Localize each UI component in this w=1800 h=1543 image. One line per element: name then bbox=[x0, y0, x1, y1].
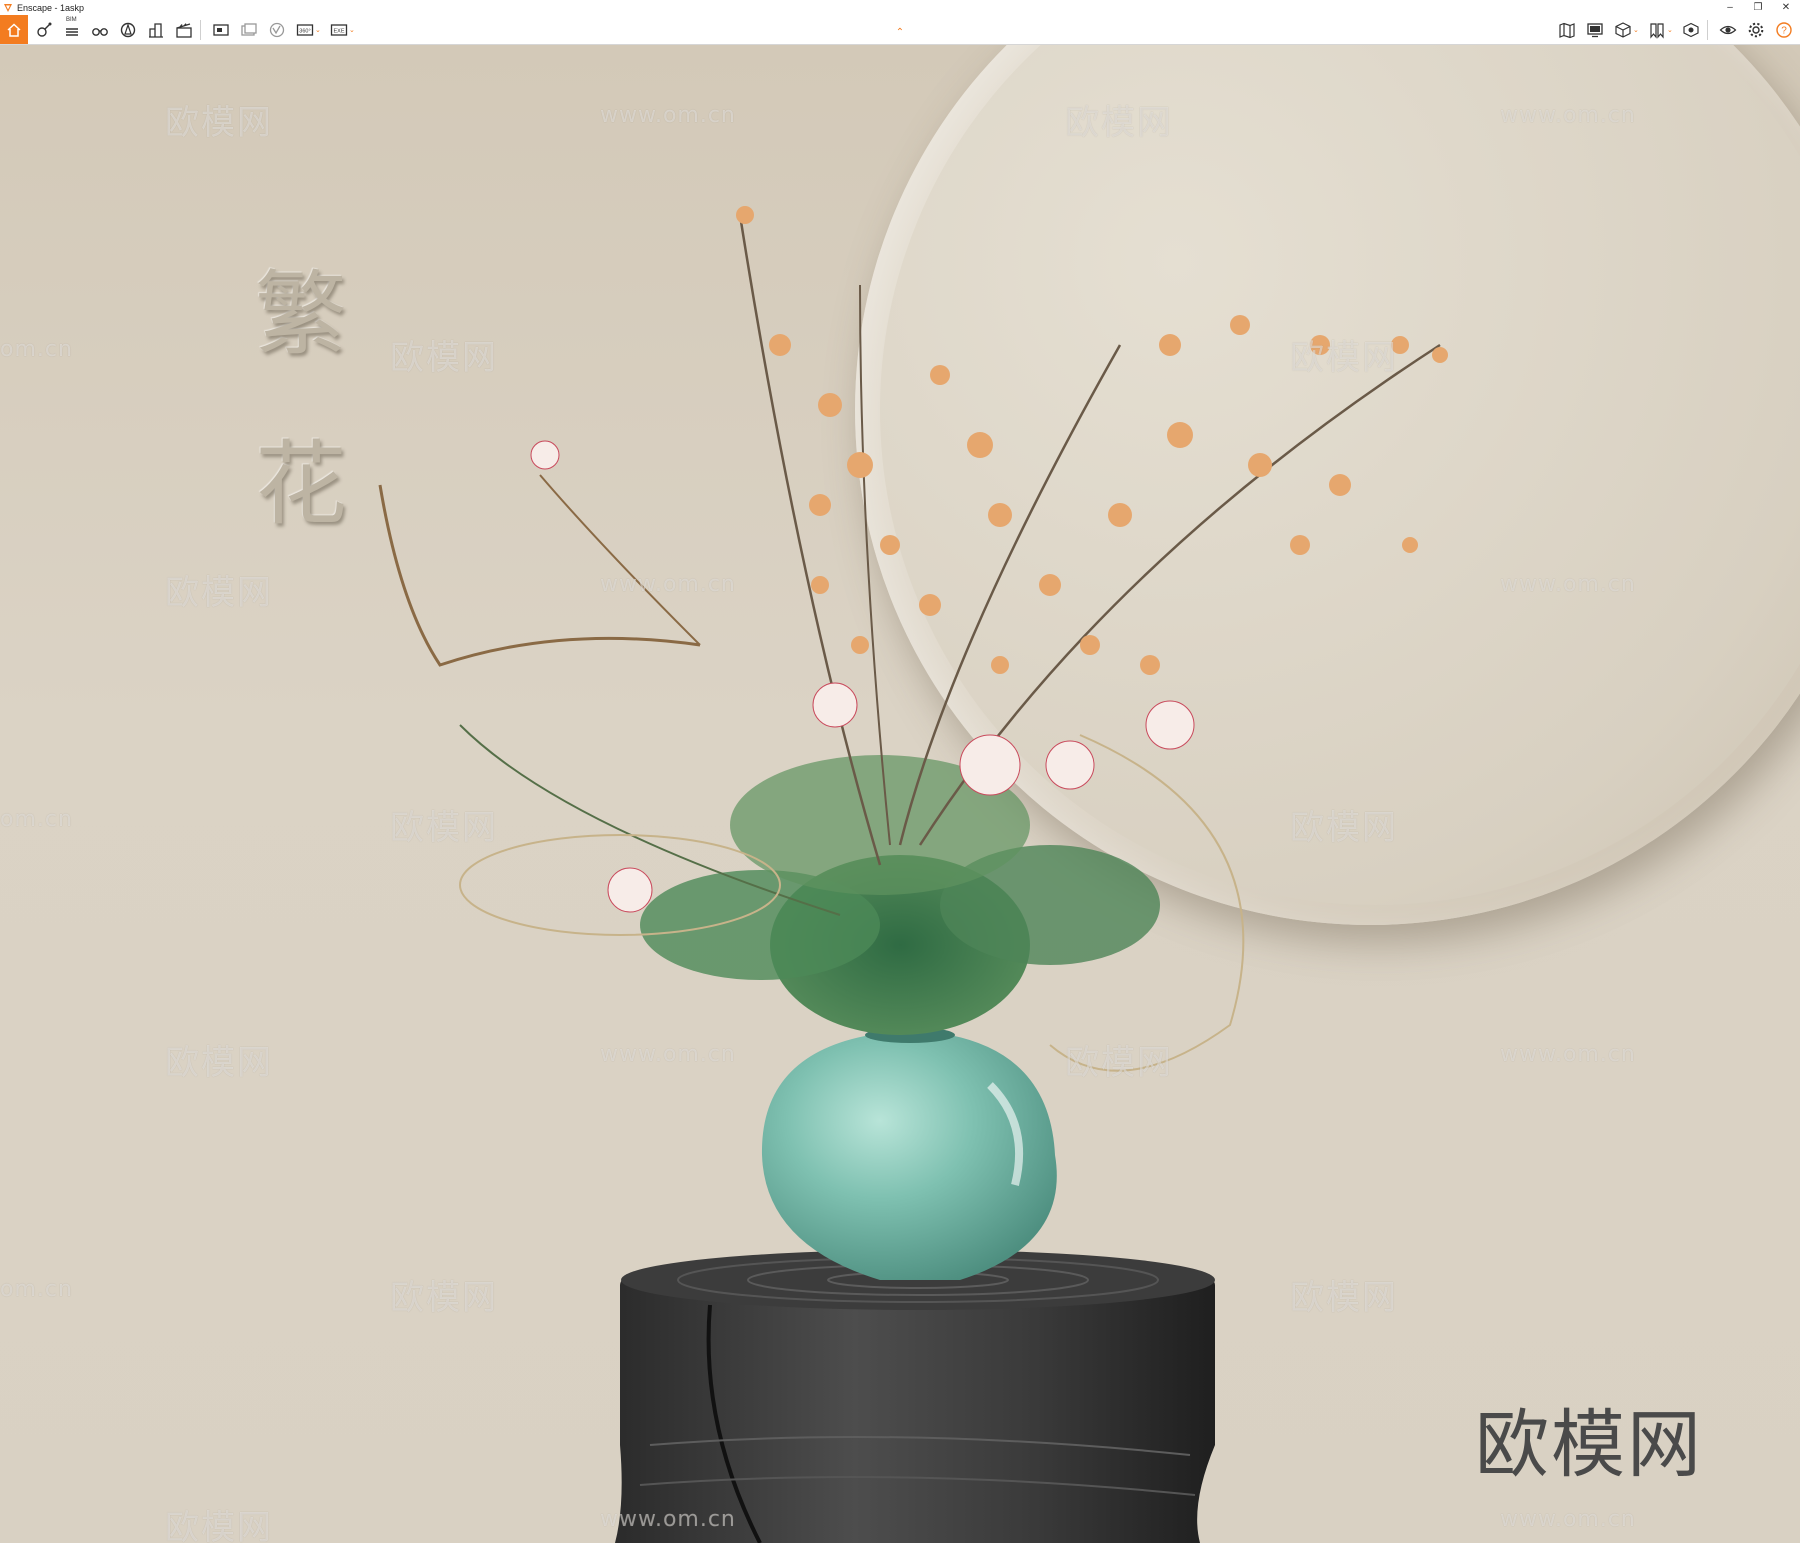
watermark-url: www.om.cn bbox=[1500, 103, 1636, 128]
screen-icon bbox=[1587, 22, 1603, 37]
watermark-url: www.om.cn bbox=[1500, 1042, 1636, 1067]
watermark-url: www.om.cn bbox=[1500, 572, 1636, 597]
watermark-cn: 欧模网 bbox=[390, 808, 498, 848]
screenshot-icon bbox=[213, 23, 229, 36]
buildings-button[interactable] bbox=[144, 18, 168, 42]
panorama-label: 360° bbox=[299, 28, 310, 34]
asset-library-button[interactable] bbox=[116, 18, 140, 42]
clapboard-icon bbox=[176, 22, 192, 38]
views-button[interactable] bbox=[1645, 18, 1669, 42]
batch-render-button[interactable] bbox=[237, 18, 261, 42]
render-viewport[interactable]: 繁 花 欧模网 www.om.cn 欧模网 www.om.cn om.cn 欧模… bbox=[0, 45, 1800, 1543]
settings-icon bbox=[1748, 22, 1764, 37]
bim-label: BIM bbox=[66, 16, 77, 23]
close-button[interactable]: ✕ bbox=[1772, 0, 1800, 15]
collapse-toolbar-icon[interactable]: ⌃ bbox=[893, 28, 907, 38]
screen-button[interactable] bbox=[1583, 18, 1607, 42]
asset-library-icon bbox=[120, 22, 136, 37]
capture-button[interactable] bbox=[32, 18, 56, 42]
bim-button[interactable]: BIM bbox=[60, 16, 84, 42]
svg-text:?: ? bbox=[1781, 25, 1787, 36]
export-exe-icon: EXE bbox=[330, 23, 348, 36]
watermark-url: www.om.cn bbox=[1500, 1507, 1636, 1532]
enscape-logo-icon bbox=[4, 3, 12, 12]
cube-button[interactable] bbox=[1611, 18, 1635, 42]
watermark-cn: 欧模网 bbox=[165, 1043, 273, 1083]
title-bar: Enscape - 1askp – ❐ ✕ bbox=[0, 0, 1800, 15]
buildings-icon bbox=[149, 22, 163, 38]
export-label: EXE bbox=[333, 28, 344, 34]
vr-button[interactable] bbox=[265, 18, 289, 42]
visibility-button[interactable] bbox=[1716, 18, 1740, 42]
map-icon bbox=[1559, 22, 1575, 38]
views-icon bbox=[1650, 22, 1664, 39]
help-button[interactable]: ? bbox=[1772, 18, 1796, 42]
visibility-icon bbox=[1719, 25, 1737, 34]
help-icon: ? bbox=[1776, 21, 1792, 38]
toolbar-separator bbox=[200, 19, 201, 40]
watermark-url: www.om.cn bbox=[600, 1507, 736, 1532]
site-logo-text: 欧模网 bbox=[1475, 1402, 1703, 1488]
capture-icon bbox=[37, 22, 52, 37]
watermark-cn: 欧模网 bbox=[165, 1508, 273, 1543]
vr-icon bbox=[269, 22, 285, 37]
binoculars-icon bbox=[92, 27, 108, 36]
watermark-cn: 欧模网 bbox=[390, 1278, 498, 1318]
watermark-cn: 欧模网 bbox=[1290, 338, 1398, 378]
watermark-cn: 欧模网 bbox=[1065, 103, 1173, 143]
watermark-cn: 欧模网 bbox=[390, 338, 498, 378]
home-button[interactable] bbox=[0, 15, 28, 44]
toolbar-right-separator bbox=[1707, 19, 1708, 40]
watermark-url: www.om.cn bbox=[600, 572, 736, 597]
watermark-url-fragment: om.cn bbox=[0, 337, 73, 362]
watermark-cn: 欧模网 bbox=[165, 573, 273, 613]
toolbar-right-group: ⌄ ⌄ ? bbox=[1551, 15, 1800, 44]
watermark-url: www.om.cn bbox=[600, 1042, 736, 1067]
window-title: Enscape - 1askp bbox=[17, 2, 85, 13]
window-controls: – ❐ ✕ bbox=[1716, 0, 1800, 15]
cube-icon bbox=[1615, 21, 1631, 38]
home-icon bbox=[7, 22, 21, 37]
material-icon bbox=[1683, 22, 1699, 37]
watermark-url: www.om.cn bbox=[600, 103, 736, 128]
settings-button[interactable] bbox=[1744, 18, 1768, 42]
watermark-url-fragment: om.cn bbox=[0, 1277, 73, 1302]
celadon-vase bbox=[761, 1027, 1057, 1280]
watermark-cn: 欧模网 bbox=[165, 103, 273, 143]
minimize-button[interactable]: – bbox=[1716, 0, 1744, 15]
watermark-cn: 欧模网 bbox=[1290, 1278, 1398, 1318]
panorama-icon: 360° bbox=[296, 23, 314, 36]
panorama-button[interactable]: 360° bbox=[293, 18, 317, 42]
material-button[interactable] bbox=[1679, 18, 1703, 42]
scene-illustration bbox=[378, 206, 1448, 1543]
watermark-cn: 欧模网 bbox=[1065, 1043, 1173, 1083]
wooden-stool bbox=[615, 1250, 1215, 1543]
bim-icon bbox=[66, 27, 78, 36]
screenshot-button[interactable] bbox=[209, 18, 233, 42]
flower-arrangement bbox=[378, 206, 1448, 1072]
export-button[interactable]: EXE bbox=[327, 18, 351, 42]
restore-button[interactable]: ❐ bbox=[1744, 0, 1772, 15]
video-editor-button[interactable] bbox=[172, 18, 196, 42]
batch-render-icon bbox=[241, 22, 257, 36]
watermark-cn: 欧模网 bbox=[1290, 808, 1398, 848]
map-button[interactable] bbox=[1555, 18, 1579, 42]
binoculars-button[interactable] bbox=[88, 18, 112, 42]
watermark-url-fragment: om.cn bbox=[0, 807, 73, 832]
